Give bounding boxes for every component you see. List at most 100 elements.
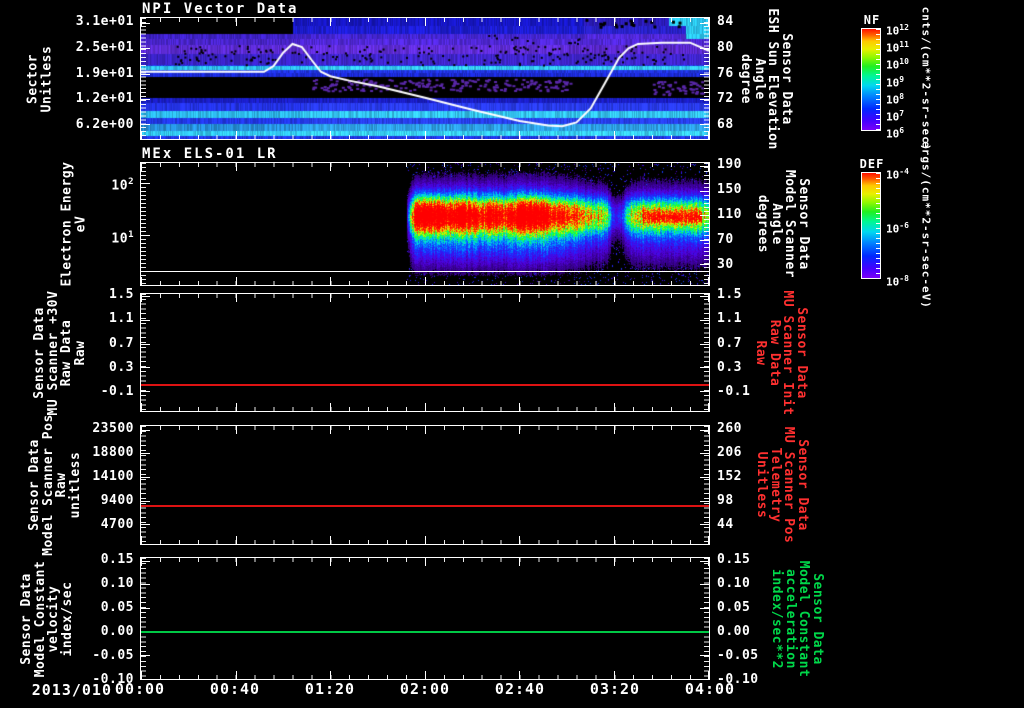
- y2-axis-major-tick: [700, 240, 709, 241]
- npi-spectrogram-canvas: [141, 18, 709, 139]
- x-axis-major-tick: [519, 18, 520, 26]
- x-axis-major-tick: [330, 403, 331, 411]
- y-axis-major-tick: [141, 367, 150, 368]
- y-axis-major-tick: [141, 74, 150, 75]
- colorbar-tick-label: 106: [886, 126, 905, 141]
- x-axis-major-tick: [519, 131, 520, 139]
- x-axis-major-tick: [425, 403, 426, 411]
- y-axis-major-tick: [141, 608, 150, 609]
- x-axis-major-tick: [519, 558, 520, 566]
- def-colorbar-ticks: [876, 173, 880, 278]
- y-axis-minor-ticks-left: [141, 558, 146, 679]
- axis-label-line: Telemetry: [768, 447, 783, 523]
- axis-label-line: Raw Data: [59, 319, 74, 386]
- axis-label-line: Sensor Data: [19, 572, 34, 665]
- x-axis-major-tick: [330, 163, 331, 171]
- panel2-title: MEx ELS-01 LR: [142, 146, 278, 162]
- x-axis-major-tick: [708, 671, 709, 679]
- panel3-right-axis-label: Sensor Data MU Scanner Init Raw Data Raw: [754, 290, 810, 415]
- x-axis-major-tick: [425, 163, 426, 171]
- axis-label-line: Sensor Data: [810, 572, 825, 665]
- y-axis-tick-label: 2.5e+01: [75, 39, 134, 55]
- axis-label-line: acceleration: [783, 568, 798, 669]
- x-axis-time-label: 00:40: [209, 680, 261, 698]
- axis-label-line: Model Constant: [32, 560, 48, 677]
- panel1-left-axis-label: Sector Unitless: [25, 45, 55, 112]
- x-axis-major-tick: [425, 277, 426, 285]
- axis-label-line: MU Scanner Pos: [781, 426, 797, 544]
- axis-label-line: Raw: [72, 340, 88, 365]
- y2-axis-major-tick: [700, 215, 709, 216]
- colorbar-tick-label: 1011: [886, 40, 909, 55]
- axis-label-line: Raw Data: [767, 319, 782, 386]
- x-axis-major-tick: [519, 294, 520, 302]
- y-axis-major-tick: [141, 501, 150, 502]
- data-line: [141, 384, 709, 386]
- els-spectrogram-canvas: [141, 163, 709, 285]
- y-axis-minor-ticks-right: [704, 294, 709, 411]
- x-axis-major-tick: [236, 163, 237, 171]
- axis-label-line: Angle: [752, 57, 767, 100]
- x-axis-major-tick: [425, 294, 426, 302]
- y2-axis-major-tick: [700, 191, 709, 192]
- def-colorbar-title: DEF: [859, 157, 885, 171]
- y2-axis-major-tick: [700, 477, 709, 478]
- x-axis-major-tick: [614, 536, 615, 544]
- x-axis-major-tick: [708, 277, 709, 285]
- x-axis-major-tick: [708, 403, 709, 411]
- y-axis-tick-label: 6.2e+00: [75, 116, 134, 132]
- def-colorbar: [861, 172, 881, 279]
- nf-colorbar-units: cnts/(cm**2-sr-sec): [919, 6, 933, 152]
- x-axis-major-tick: [330, 277, 331, 285]
- y-axis-minor-ticks-right: [704, 18, 709, 139]
- x-axis-major-tick: [330, 536, 331, 544]
- axis-label-line: Angle: [769, 203, 784, 245]
- x-axis-major-tick: [141, 163, 142, 171]
- y2-axis-major-tick: [700, 344, 709, 345]
- x-axis-major-tick: [141, 131, 142, 139]
- axis-label-line: degrees: [755, 194, 771, 254]
- colorbar-tick-label: 107: [886, 108, 905, 124]
- colorbar-tick-label: 10-4: [886, 167, 909, 182]
- y-axis-major-tick: [141, 430, 150, 431]
- y-axis-tick-label: 1.2e+01: [75, 91, 134, 107]
- x-axis-major-tick: [330, 294, 331, 302]
- axis-label-line: Sensor Data: [27, 439, 42, 531]
- y-axis-minor-ticks-left: [141, 163, 146, 285]
- axis-label-line: Sector: [25, 53, 41, 104]
- colorbar-tick-label: 109: [886, 74, 905, 90]
- x-axis-major-tick: [330, 558, 331, 566]
- y2-axis-major-tick: [700, 655, 709, 656]
- panel-npi-vector-data: [140, 17, 710, 140]
- panel-mex-els: [140, 162, 710, 286]
- y-axis-major-tick: [141, 23, 150, 24]
- axis-label-line: Unitless: [39, 45, 54, 112]
- y-axis-major-tick: [141, 48, 150, 49]
- x-axis-major-tick: [236, 277, 237, 285]
- axis-label-line: Model Scanner: [782, 169, 798, 279]
- x-axis-major-tick: [425, 18, 426, 26]
- def-colorbar-units: ergs/(cm**2-sr-sec-eV): [919, 141, 933, 309]
- panel-model-scanner-pos: [140, 425, 710, 545]
- axis-label-line: Model Scanner Pos: [40, 414, 56, 556]
- x-axis-major-tick: [425, 426, 426, 434]
- y2-axis-major-tick: [700, 367, 709, 368]
- x-axis-time-label: 03:20: [589, 680, 641, 698]
- x-axis-major-tick: [614, 131, 615, 139]
- panel2-right-axis-label: Sensor Data Model Scanner Angle degrees: [755, 169, 812, 279]
- data-line: [141, 631, 709, 633]
- x-axis-time-label: 01:20: [304, 680, 356, 698]
- y-axis-major-tick: [141, 391, 150, 392]
- x-axis-major-tick: [330, 426, 331, 434]
- y-axis-minor-ticks-left: [141, 426, 146, 544]
- x-axis-major-tick: [614, 18, 615, 26]
- axis-label-line: Sensor Data: [794, 306, 809, 399]
- x-axis-time-label: 02:00: [399, 680, 451, 698]
- x-axis-major-tick: [141, 277, 142, 285]
- x-axis-major-tick: [141, 18, 142, 26]
- y-axis-tick-label: 3.1e+01: [75, 14, 134, 30]
- axis-label-line: Unitless: [754, 451, 770, 519]
- y-axis-major-tick: [141, 453, 150, 454]
- x-axis-major-tick: [330, 131, 331, 139]
- x-axis-major-tick: [614, 163, 615, 171]
